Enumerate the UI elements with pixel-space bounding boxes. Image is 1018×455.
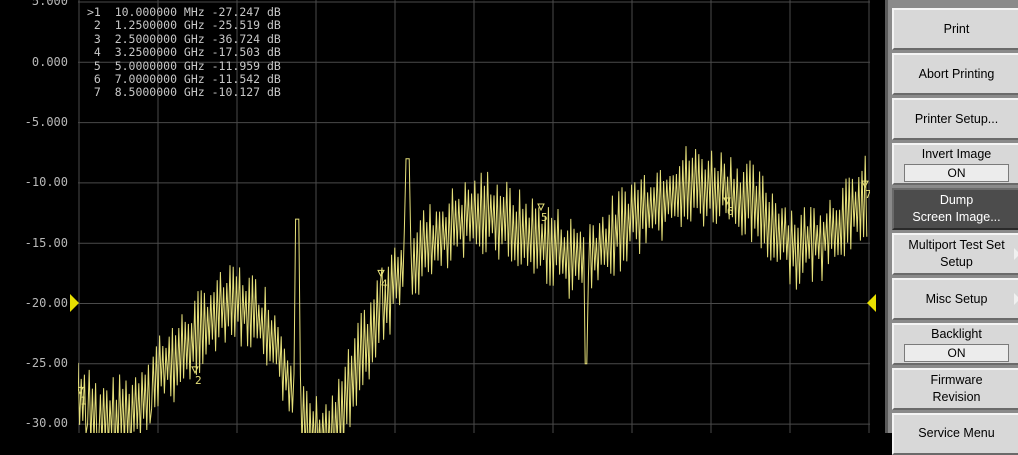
plot-area: 5.000 0.000 -5.000 -10.00 -15.00 -20.00 … (0, 0, 885, 433)
dump-screen-label-line2: Screen Image... (912, 210, 1001, 224)
trace-marker-label: 2 (195, 374, 202, 387)
reference-level-right-arrow-icon (867, 294, 876, 312)
measurement-trace (78, 146, 868, 433)
invert-image-label: Invert Image (921, 147, 992, 161)
softkey-panel: Print Abort Printing Printer Setup... In… (885, 0, 1018, 455)
service-menu-label: Service Menu (918, 426, 995, 440)
y-axis-label: 0.000 (31, 55, 68, 69)
y-axis-label: -25.00 (24, 356, 68, 370)
y-axis-label: -10.00 (24, 175, 68, 189)
marker-row: 2 1.2500000 GHz -25.519 dB (87, 18, 281, 33)
abort-printing-button[interactable]: Abort Printing (892, 53, 1018, 95)
marker-row: >1 10.000000 MHz -27.247 dB (87, 5, 281, 19)
marker-row: 3 2.5000000 GHz -36.724 dB (87, 31, 281, 46)
abort-printing-label: Abort Printing (918, 66, 995, 81)
y-axis-label: 5.000 (31, 0, 68, 8)
firmware-revision-button[interactable]: Firmware Revision (892, 368, 1018, 410)
trace-marker-icon (191, 366, 199, 374)
marker-row: 7 8.5000000 GHz -10.127 dB (87, 85, 281, 100)
trace-marker-label: 5 (541, 211, 548, 224)
multiport-test-set-setup-button[interactable]: Multiport Test Set Setup (892, 233, 1018, 275)
dump-screen-label-line1: Dump (939, 193, 974, 207)
y-axis-label: -30.00 (24, 416, 68, 430)
dump-screen-image-button[interactable]: Dump Screen Image... (892, 188, 1018, 230)
print-button-label: Print (943, 21, 970, 36)
backlight-state: ON (904, 344, 1009, 362)
marker-readout-table: >1 10.000000 MHz -27.247 dB 2 1.2500000 … (87, 5, 281, 100)
backlight-toggle[interactable]: Backlight ON (892, 323, 1018, 365)
service-menu-button[interactable]: Service Menu (892, 413, 1018, 455)
marker-row: 5 5.0000000 GHz -11.959 dB (87, 58, 281, 73)
multiport-label-line2: Setup (940, 255, 973, 269)
firmware-label-line1: Firmware (930, 373, 983, 387)
printer-setup-label: Printer Setup... (914, 111, 999, 126)
trace-marker-label: 4 (381, 277, 388, 290)
misc-setup-label: Misc Setup (925, 291, 988, 306)
y-axis-label: -5.000 (24, 115, 68, 129)
y-axis-label: -20.00 (24, 296, 68, 310)
printer-setup-button[interactable]: Printer Setup... (892, 98, 1018, 140)
trace-marker-label: 1 (80, 394, 87, 407)
multiport-label-line1: Multiport Test Set (908, 238, 1005, 252)
trace-marker-label: 6 (727, 205, 734, 218)
print-button[interactable]: Print (892, 8, 1018, 50)
trace-marker-label: 7 (865, 188, 870, 201)
misc-setup-button[interactable]: Misc Setup (892, 278, 1018, 320)
firmware-label-line2: Revision (932, 390, 981, 404)
invert-image-state: ON (904, 164, 1009, 182)
invert-image-toggle[interactable]: Invert Image ON (892, 143, 1018, 185)
reference-level-left-arrow-icon (70, 294, 79, 312)
backlight-label: Backlight (931, 327, 982, 341)
submenu-arrow-icon (1014, 248, 1018, 260)
submenu-arrow-icon (1014, 293, 1018, 305)
marker-row: 4 3.2500000 GHz -17.503 dB (87, 45, 281, 60)
marker-row: 6 7.0000000 GHz -11.542 dB (87, 72, 281, 87)
y-axis-label: -15.00 (24, 236, 68, 250)
